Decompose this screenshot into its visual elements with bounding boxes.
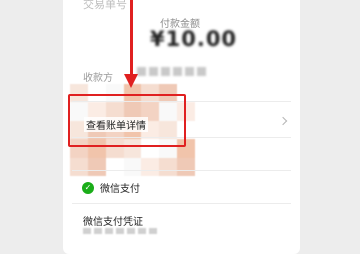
wechat-pay-icon: ✓ [82, 181, 94, 194]
annotation-arrow-line [130, 0, 133, 76]
amount-value: ¥10.00 [150, 27, 238, 51]
payee-label: 收款方 [83, 73, 113, 84]
divider [72, 203, 291, 204]
voucher-subtitle-blurred [83, 228, 157, 234]
highlight-annotation-box [68, 94, 186, 147]
wechat-pay-voucher-link[interactable]: 微信支付凭证 [83, 213, 143, 228]
annotation-arrow-head [124, 74, 138, 88]
faded-header-text: 交易单号 [83, 0, 127, 11]
payment-method-label: 微信支付 [100, 184, 140, 195]
divider [72, 170, 291, 171]
payment-method-row: ✓ 微信支付 [82, 180, 140, 195]
payee-name-blurred [137, 67, 206, 76]
